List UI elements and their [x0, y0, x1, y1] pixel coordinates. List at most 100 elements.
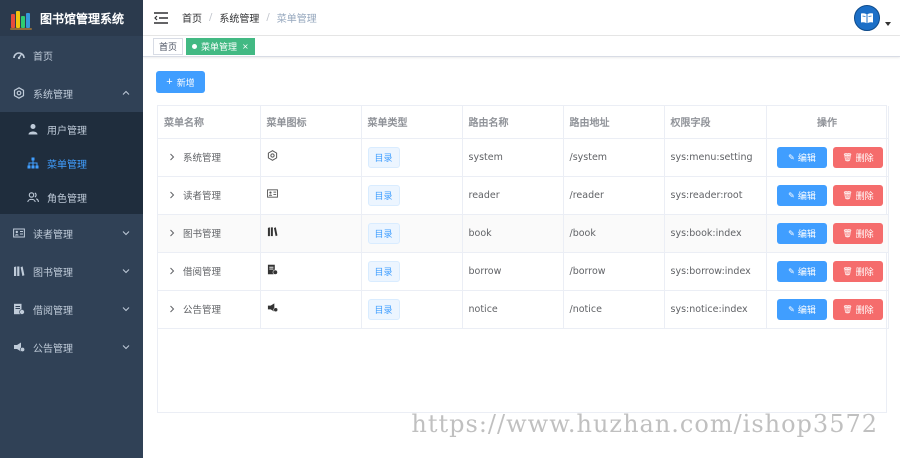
- sidebar-item-menus[interactable]: 菜单管理: [0, 146, 143, 180]
- route-path: /notice: [563, 290, 665, 329]
- sidebar: 图书馆管理系统 首页 系统管理 用户管理 菜单管理 角色管理 读者管理 图书管理…: [0, 0, 143, 458]
- delete-button[interactable]: 🗑 删除: [833, 184, 883, 206]
- settings-icon: [12, 87, 25, 100]
- plus-icon: +: [166, 76, 173, 88]
- reader-card-icon: [12, 227, 25, 240]
- hamburger-icon[interactable]: [154, 11, 168, 24]
- tag-home[interactable]: 首页: [153, 37, 184, 55]
- menu-name: 读者管理: [183, 191, 222, 202]
- expand-chevron-icon[interactable]: [167, 304, 177, 314]
- add-button-label: 新增: [176, 77, 195, 88]
- edit-icon: ✎: [788, 152, 795, 162]
- dashboard-icon: [12, 49, 25, 62]
- edit-label: 编辑: [797, 190, 816, 201]
- edit-button[interactable]: ✎ 编辑: [777, 146, 827, 168]
- tag-menu-management[interactable]: 菜单管理 ×: [186, 37, 255, 55]
- books-icon: [267, 227, 278, 240]
- chevron-down-icon: [122, 307, 130, 312]
- notice-icon: [267, 303, 278, 316]
- sidebar-item-system[interactable]: 系统管理: [0, 74, 143, 112]
- column-header: 路由地址: [563, 106, 665, 139]
- delete-button[interactable]: 🗑 删除: [833, 146, 883, 168]
- menu-type-tag: 目录: [367, 260, 400, 282]
- edit-label: 编辑: [797, 152, 816, 163]
- tag-label: 菜单管理: [201, 42, 238, 53]
- avatar[interactable]: [854, 5, 880, 31]
- sidebar-item-users[interactable]: 用户管理: [0, 112, 143, 146]
- tags-view: 首页 菜单管理 ×: [143, 36, 900, 57]
- library-logo-icon: [10, 8, 32, 30]
- column-header: 菜单图标: [260, 106, 362, 139]
- menu-table: 菜单名称 菜单图标 菜单类型 路由名称 路由地址 权限字段 操作 系统管理 目录…: [157, 105, 889, 413]
- edit-icon: ✎: [788, 266, 795, 276]
- chevron-down-icon: [122, 345, 130, 350]
- breadcrumb-home[interactable]: 首页: [182, 10, 202, 25]
- sidebar-item-home[interactable]: 首页: [0, 36, 143, 74]
- app-logo[interactable]: 图书馆管理系统: [0, 0, 143, 36]
- sidebar-item-label: 菜单管理: [47, 159, 87, 171]
- settings-icon: [267, 150, 278, 164]
- add-button[interactable]: + 新增: [156, 71, 205, 93]
- main-content: + 新增 菜单名称 菜单图标 菜单类型 路由名称 路由地址 权限字段 操作 系统…: [143, 58, 900, 458]
- menu-type-tag: 目录: [367, 184, 400, 206]
- menu-name: 借阅管理: [183, 267, 222, 278]
- active-dot-icon: [192, 43, 198, 49]
- expand-chevron-icon[interactable]: [167, 190, 177, 200]
- breadcrumb-system[interactable]: 系统管理: [219, 10, 259, 25]
- edit-icon: ✎: [788, 228, 795, 238]
- expand-chevron-icon[interactable]: [167, 266, 177, 276]
- edit-button[interactable]: ✎ 编辑: [777, 222, 827, 244]
- edit-button[interactable]: ✎ 编辑: [777, 260, 827, 282]
- column-header: 菜单类型: [361, 106, 463, 139]
- books-icon: [12, 265, 25, 278]
- menu-type-tag: 目录: [367, 146, 400, 168]
- watermark: https://www.huzhan.com/ishop3572: [411, 410, 878, 438]
- delete-icon: 🗑: [842, 228, 853, 238]
- delete-label: 删除: [855, 266, 874, 277]
- breadcrumb: 首页 / 系统管理 / 菜单管理: [182, 10, 317, 25]
- permission: sys:reader:root: [664, 176, 767, 215]
- chevron-up-icon: [122, 90, 130, 95]
- edit-button[interactable]: ✎ 编辑: [777, 298, 827, 320]
- sidebar-item-label: 系统管理: [33, 89, 73, 101]
- expand-chevron-icon[interactable]: [167, 152, 177, 162]
- edit-label: 编辑: [797, 266, 816, 277]
- caret-down-icon[interactable]: [885, 22, 891, 26]
- sidebar-item-readers[interactable]: 读者管理: [0, 214, 143, 252]
- column-header: 路由名称: [462, 106, 564, 139]
- table-row: 借阅管理 目录 borrow /borrow sys:borrow:index …: [158, 252, 889, 291]
- column-header: 操作: [766, 106, 889, 139]
- delete-button[interactable]: 🗑 删除: [833, 260, 883, 282]
- edit-label: 编辑: [797, 304, 816, 315]
- sidebar-item-notice[interactable]: 公告管理: [0, 328, 143, 366]
- route-path: /system: [563, 138, 665, 177]
- route-path: /book: [563, 214, 665, 253]
- close-icon[interactable]: ×: [242, 42, 249, 51]
- sidebar-item-borrow[interactable]: 借阅管理: [0, 290, 143, 328]
- sidebar-item-books[interactable]: 图书管理: [0, 252, 143, 290]
- table-row: 读者管理 目录 reader /reader sys:reader:root ✎…: [158, 176, 889, 215]
- menu-type-tag: 目录: [367, 222, 400, 244]
- route-name: system: [462, 138, 564, 177]
- permission: sys:menu:setting: [664, 138, 767, 177]
- tag-label: 首页: [159, 42, 178, 53]
- delete-button[interactable]: 🗑 删除: [833, 298, 883, 320]
- table-header-row: 菜单名称 菜单图标 菜单类型 路由名称 路由地址 权限字段 操作: [158, 106, 889, 139]
- breadcrumb-separator: /: [209, 12, 213, 23]
- borrow-icon: [267, 264, 278, 278]
- navbar: 首页 / 系统管理 / 菜单管理: [143, 0, 900, 36]
- table-row: 图书管理 目录 book /book sys:book:index ✎ 编辑 🗑 删…: [158, 214, 889, 253]
- sidebar-item-label: 用户管理: [47, 125, 87, 137]
- menu-name: 系统管理: [183, 153, 222, 164]
- system-submenu: 用户管理 菜单管理 角色管理: [0, 112, 143, 214]
- edit-button[interactable]: ✎ 编辑: [777, 184, 827, 206]
- delete-label: 删除: [855, 304, 874, 315]
- breadcrumb-current: 菜单管理: [276, 14, 317, 25]
- delete-icon: 🗑: [842, 190, 853, 200]
- route-path: /reader: [563, 176, 665, 215]
- expand-chevron-icon[interactable]: [167, 228, 177, 238]
- sidebar-item-roles[interactable]: 角色管理: [0, 180, 143, 214]
- delete-button[interactable]: 🗑 删除: [833, 222, 883, 244]
- edit-icon: ✎: [788, 190, 795, 200]
- chevron-down-icon: [122, 231, 130, 236]
